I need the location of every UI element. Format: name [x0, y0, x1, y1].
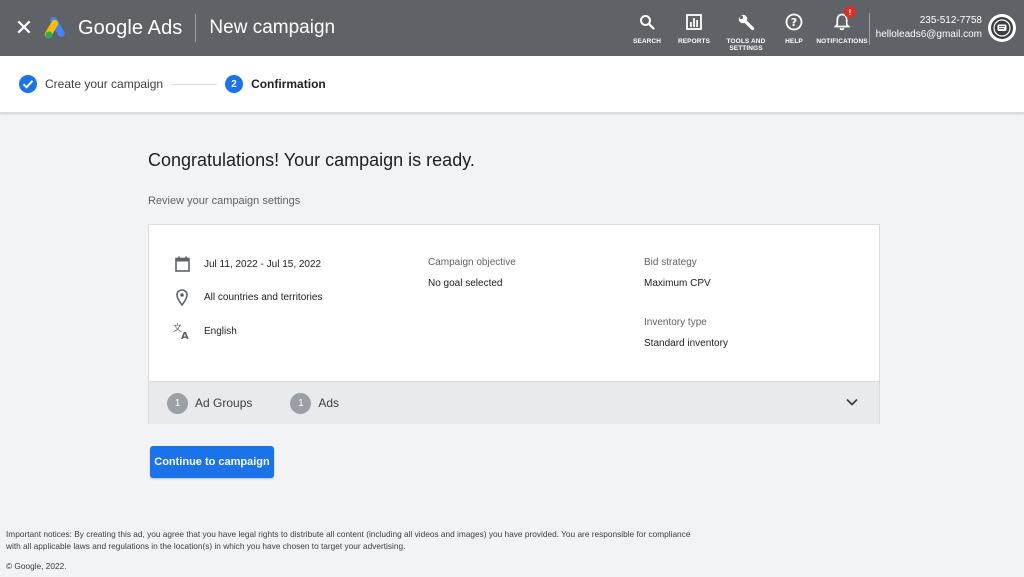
header-tools: SEARCH REPORTS TOOLS AND SETTINGS ? HELP… [624, 0, 870, 56]
tools-settings-label: TOOLS AND SETTINGS [726, 38, 766, 52]
page-headline: Congratulations! Your campaign is ready. [148, 150, 475, 170]
step-create-campaign[interactable]: Create your campaign [19, 75, 163, 93]
date-range-row: Jul 11, 2022 - Jul 15, 2022 [173, 256, 321, 272]
help-label: HELP [785, 38, 803, 45]
legal-notice-line-1: Important notices: By creating this ad, … [6, 529, 691, 539]
ad-groups-label: Ad Groups [195, 396, 253, 410]
page-title: New campaign [209, 17, 336, 38]
search-button[interactable]: SEARCH [624, 0, 670, 45]
continue-to-campaign-button[interactable]: Continue to campaign [150, 446, 274, 478]
reports-button[interactable]: REPORTS [670, 0, 718, 45]
step-confirmation: 2 Confirmation [225, 75, 326, 93]
calendar-icon [173, 256, 191, 272]
progress-stepper: Create your campaign 2 Confirmation [0, 56, 1024, 113]
inventory-type-value: Standard inventory [644, 338, 728, 349]
campaign-summary-card: Jul 11, 2022 - Jul 15, 2022 All countrie… [148, 224, 880, 424]
step-connector [171, 83, 218, 85]
step-label: Create your campaign [45, 77, 164, 91]
copyright: © Google, 2022. [6, 561, 67, 571]
svg-text:?: ? [791, 16, 797, 29]
ads-label: Ads [318, 396, 340, 410]
google-ads-logo [44, 16, 70, 40]
ads-count: 1 [290, 392, 312, 414]
language: English [204, 325, 237, 337]
ad-groups-count: 1 [167, 392, 188, 414]
reports-icon [686, 12, 702, 32]
help-icon: ? [785, 12, 803, 32]
translate-icon: 文A [173, 322, 191, 340]
locations: All countries and territories [204, 292, 323, 303]
wrench-icon [737, 12, 755, 32]
help-button[interactable]: ? HELP [774, 0, 814, 45]
search-label: SEARCH [632, 38, 662, 45]
location-pin-icon [173, 289, 191, 306]
chat-avatar-icon [991, 17, 1013, 39]
avatar[interactable] [988, 14, 1016, 42]
bid-strategy-label: Bid strategy [644, 257, 697, 268]
close-icon[interactable]: ✕ [0, 0, 48, 56]
header-divider [195, 14, 197, 42]
account-divider [869, 13, 870, 45]
tools-settings-button[interactable]: TOOLS AND SETTINGS [718, 0, 774, 52]
search-icon [639, 12, 655, 32]
bid-strategy-value: Maximum CPV [644, 278, 711, 289]
step-label: Confirmation [251, 77, 326, 91]
notifications-button[interactable]: ! NOTIFICATIONS [814, 0, 870, 45]
notification-badge: ! [844, 6, 856, 18]
account-info[interactable]: 235-512-7758 helloleads6@gmail.com [876, 14, 982, 42]
check-icon [19, 75, 37, 93]
ad-groups-ads-bar[interactable]: 1 Ad Groups 1 Ads [149, 381, 879, 424]
step-number: 2 [225, 75, 244, 93]
svg-text:A: A [181, 331, 189, 340]
inventory-type-label: Inventory type [644, 317, 707, 328]
location-row: All countries and territories [173, 289, 322, 306]
objective-value: No goal selected [428, 278, 503, 289]
section-subheading: Review your campaign settings [148, 195, 301, 207]
chevron-down-icon[interactable] [845, 395, 859, 414]
top-app-bar: ✕ Google Ads New campaign SEARCH REPORTS [0, 0, 1024, 56]
objective-label: Campaign objective [428, 257, 516, 268]
account-phone: 235-512-7758 [919, 15, 982, 26]
legal-notice: Important notices: By creating this ad, … [6, 528, 766, 552]
account-email: helloleads6@gmail.com [875, 29, 982, 40]
language-row: 文A English [173, 322, 237, 340]
reports-label: REPORTS [677, 38, 711, 45]
brand-name: Google Ads [78, 16, 183, 39]
notifications-label: NOTIFICATIONS [816, 38, 868, 45]
legal-notice-line-2: with all applicable laws and regulations… [6, 541, 406, 551]
date-range: Jul 11, 2022 - Jul 15, 2022 [204, 258, 322, 270]
